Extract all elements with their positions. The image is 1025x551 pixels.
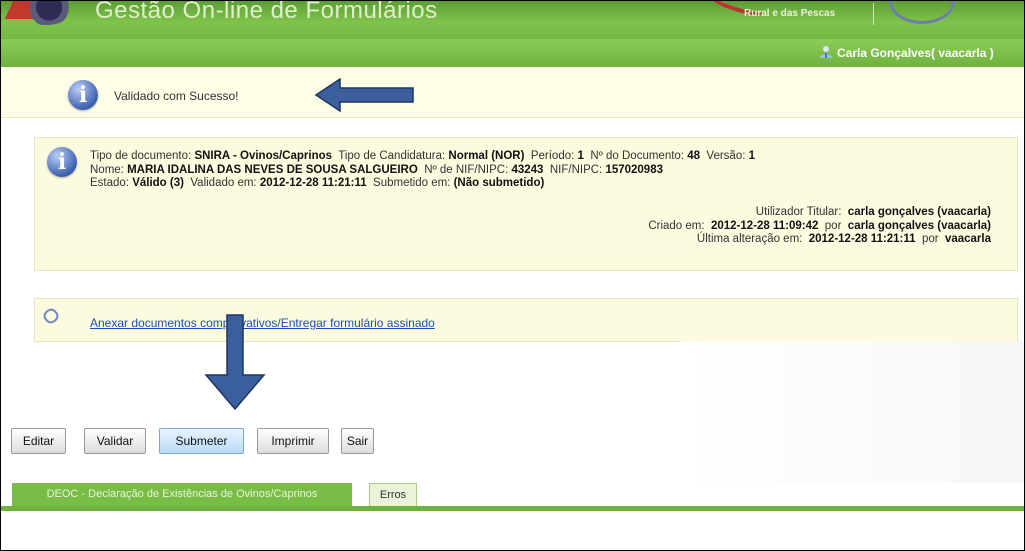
candidatura-value: Normal (NOR) — [448, 150, 525, 162]
criado-date: 2012-12-28 11:09:42 — [710, 219, 819, 232]
name-label: Nome: — [90, 163, 124, 176]
paperclip-icon — [41, 306, 61, 326]
ministry-name: Rural e das Pescas — [744, 8, 836, 19]
document-details: Tipo de documento: SNIRA - Ovinos/Caprin… — [90, 150, 755, 191]
user-name[interactable]: Carla Gonçalves( vaacarla ) — [837, 46, 994, 60]
exit-button[interactable]: Sair — [341, 428, 374, 454]
candidatura-label: Tipo de Candidatura: — [338, 150, 446, 162]
submetido-label: Submetido em: — [373, 177, 451, 189]
app-title: Gestão On-line de Formulários — [95, 1, 438, 24]
tab-deoc[interactable]: DEOC - Declaração de Existências de Ovin… — [12, 483, 352, 506]
doc-number-value: 48 — [687, 150, 701, 162]
annotation-arrow-down-icon — [204, 314, 266, 411]
nif-label: NIF/NIPC: — [549, 163, 603, 176]
info-icon: i — [68, 80, 98, 110]
nif-number-label: Nº de NIF/NIPC: — [424, 163, 509, 176]
version-label: Versão: — [706, 150, 746, 162]
tab-erros[interactable]: Erros — [369, 483, 417, 506]
success-message-panel: i Validado com Sucesso! — [1, 67, 1024, 118]
user-icon — [820, 46, 832, 58]
document-line-1: Tipo de documento: SNIRA - Ovinos/Caprin… — [90, 150, 755, 164]
user-bar: Carla Gonçalves( vaacarla ) — [1, 39, 1024, 67]
globe-logo-icon — [889, 1, 955, 24]
estado-label: Estado: — [90, 177, 129, 189]
document-line-2: Nome: MARIA IDALINA DAS NEVES DE SOUSA S… — [90, 164, 755, 178]
alteracao-row: Última alteração em: 2012-12-28 11:21:11… — [648, 233, 991, 247]
validado-label: Validado em: — [190, 177, 257, 189]
utilizador-row: Utilizador Titular: carla gonçalves (vaa… — [648, 206, 991, 220]
utilizador-label: Utilizador Titular: — [755, 206, 842, 218]
periodo-label: Período: — [530, 150, 575, 162]
alteracao-date: 2012-12-28 11:21:11 — [808, 233, 916, 245]
document-line-3: Estado: Válido (3) Validado em: 2012-12-… — [90, 177, 755, 191]
app-logo-icon — [15, 1, 77, 25]
criado-user: carla gonçalves (vaacarla) — [847, 219, 991, 232]
page-frame: Gestão On-line de Formulários Rural e da… — [0, 0, 1025, 551]
version-value: 1 — [748, 150, 756, 162]
nif-number-value: 43243 — [511, 163, 544, 176]
submetido-value: (Não submetido) — [453, 177, 545, 189]
validado-value: 2012-12-28 11:21:11 — [259, 177, 367, 189]
name-value: MARIA IDALINA DAS NEVES DE SOUSA SALGUEI… — [127, 163, 418, 176]
print-button[interactable]: Imprimir — [257, 428, 329, 454]
tab-content-area — [1, 511, 1024, 550]
annotation-arrow-left-icon — [314, 78, 414, 112]
submit-button[interactable]: Submeter — [159, 428, 244, 454]
edit-button[interactable]: Editar — [11, 428, 66, 454]
criado-label: Criado em: — [648, 219, 705, 232]
periodo-value: 1 — [577, 150, 584, 162]
background-shade — [681, 341, 1024, 483]
utilizador-value: carla gonçalves (vaacarla) — [847, 206, 991, 218]
info-icon: i — [47, 147, 77, 177]
app-header: Gestão On-line de Formulários Rural e da… — [1, 1, 1024, 39]
nif-value: 157020983 — [605, 163, 663, 176]
alteracao-user: vaacarla — [944, 233, 991, 245]
header-divider — [873, 3, 874, 25]
alteracao-label: Última alteração em: — [696, 233, 803, 245]
doc-type-value: SNIRA - Ovinos/Caprinos — [194, 150, 333, 162]
criado-por: por — [824, 219, 842, 232]
doc-number-label: Nº do Documento: — [590, 150, 685, 162]
estado-value: Válido (3) — [132, 177, 184, 189]
doc-type-label: Tipo de documento: — [90, 150, 192, 162]
validate-button[interactable]: Validar — [84, 428, 146, 454]
success-message: Validado com Sucesso! — [114, 89, 239, 103]
document-info-panel: i Tipo de documento: SNIRA - Ovinos/Capr… — [34, 137, 1018, 271]
attachment-panel: Anexar documentos comprovativos/Entregar… — [34, 298, 1018, 342]
alteracao-por: por — [921, 233, 939, 245]
document-audit: Utilizador Titular: carla gonçalves (vaa… — [648, 206, 991, 247]
criado-row: Criado em: 2012-12-28 11:09:42 por carla… — [648, 220, 991, 234]
